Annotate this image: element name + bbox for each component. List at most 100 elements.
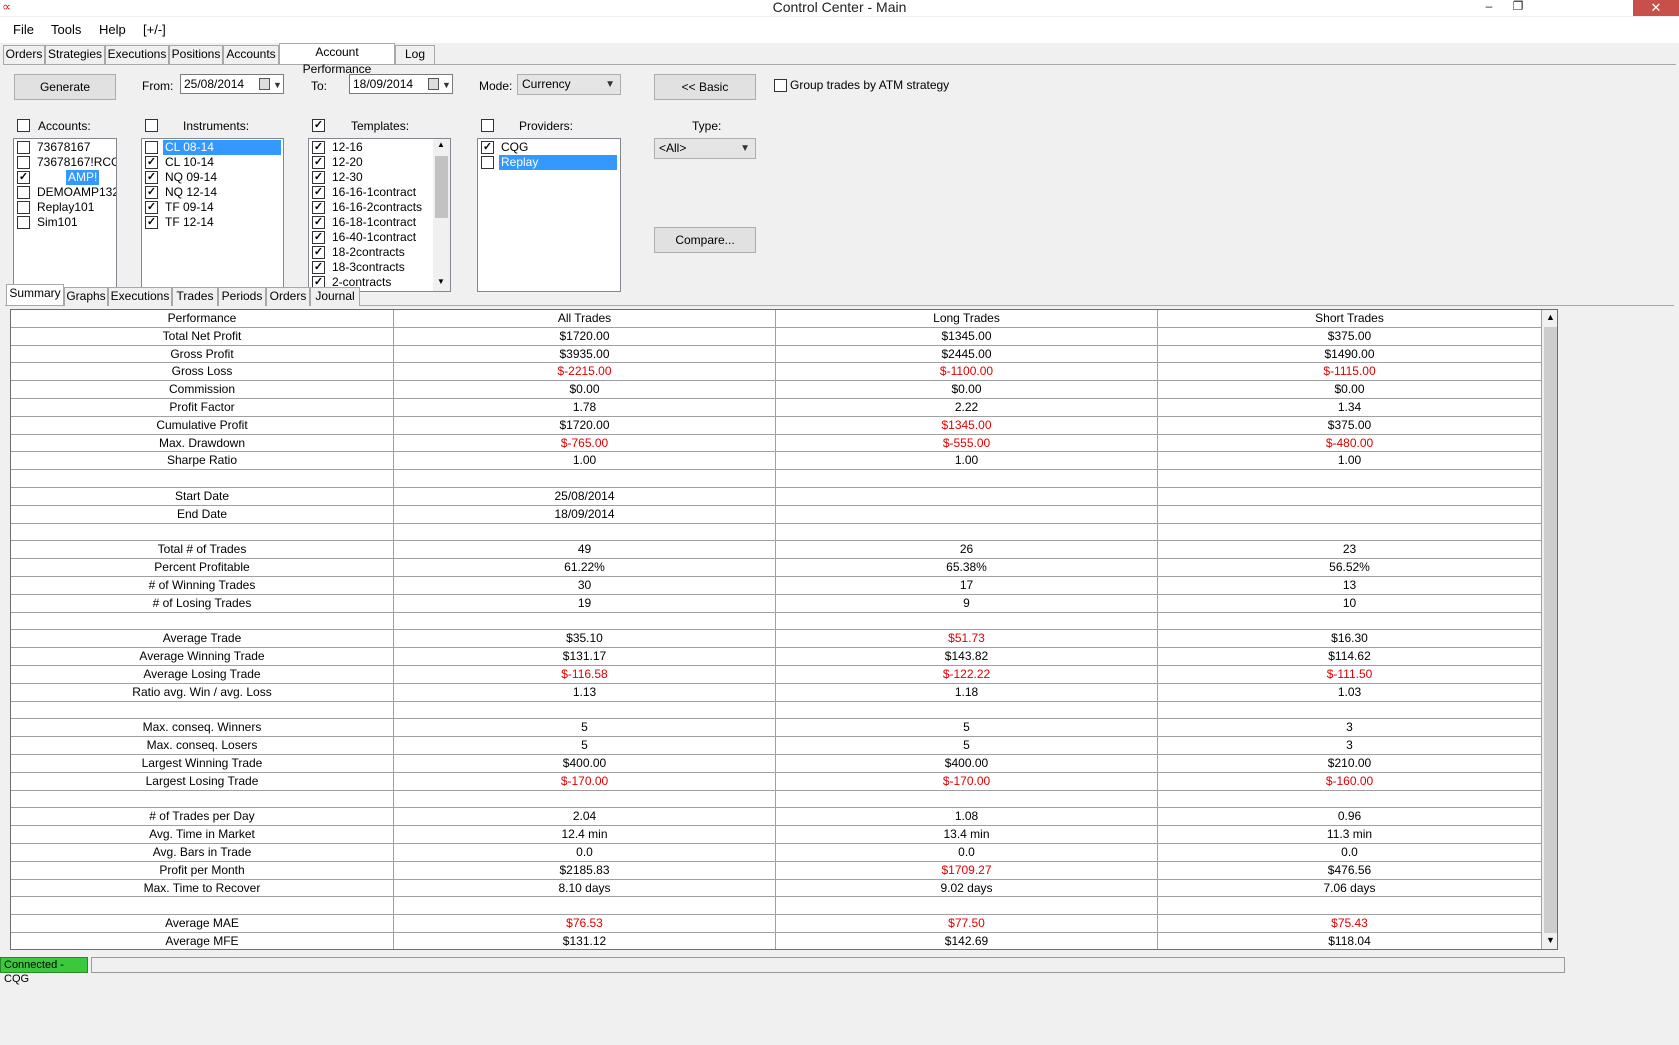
table-row: Profit per Month $2185.83 $1709.27 $476.56 [11, 861, 1542, 880]
accounts-select-all-checkbox[interactable] [17, 119, 30, 132]
metric-value [1158, 701, 1542, 719]
checkbox[interactable]: ✓ [145, 186, 158, 199]
compare-button[interactable]: Compare... [654, 227, 756, 253]
checkbox[interactable] [17, 216, 30, 229]
menu-tools[interactable]: Tools [51, 22, 81, 38]
chevron-down-icon[interactable]: ▼ [1546, 935, 1555, 945]
metric-value: 61.22% [394, 559, 776, 576]
scroll-thumb[interactable] [435, 156, 448, 218]
tab-log[interactable]: Log [395, 45, 435, 64]
metric-value: 23 [1158, 541, 1542, 559]
metric-value: $1345.00 [776, 327, 1158, 345]
checkbox[interactable]: ✓ [481, 141, 494, 154]
accounts-list[interactable]: 73678167 73678167!RCG!M ✓ AMP! DEMOAMP13… [13, 138, 117, 292]
checkbox[interactable]: ✓ [312, 186, 325, 199]
providers-list[interactable]: ✓ CQG Replay [477, 138, 621, 292]
checkbox[interactable] [17, 201, 30, 214]
table-row: Average MFE $131.12 $142.69 $118.04 [11, 933, 1542, 949]
metric-value: 5 [776, 737, 1158, 754]
checkbox[interactable]: ✓ [312, 216, 325, 229]
metric-value: 49 [394, 541, 776, 559]
table-row [11, 701, 1542, 720]
checkbox[interactable]: ✓ [145, 201, 158, 214]
tab-executions[interactable]: Executions [105, 45, 169, 64]
chevron-down-icon[interactable]: ▼ [437, 277, 445, 286]
group-trades-checkbox[interactable] [774, 79, 787, 92]
templates-scrollbar[interactable]: ▲ ▼ [433, 139, 450, 291]
tab-strategies[interactable]: Strategies [45, 45, 105, 64]
checkbox[interactable] [17, 156, 30, 169]
metric-label [11, 523, 394, 541]
tab-positions[interactable]: Positions [169, 45, 223, 64]
templates-list[interactable]: ✓ 12-16 ✓ 12-20 ✓ 12-30 ✓ 16-16-1contrac… [308, 138, 451, 292]
metric-label: Total # of Trades [11, 541, 394, 559]
instruments-list[interactable]: CL 08-14 ✓ CL 10-14 ✓ NQ 09-14 ✓ NQ 12-1… [141, 138, 284, 292]
checkbox[interactable] [481, 156, 494, 169]
checkbox[interactable]: ✓ [312, 261, 325, 274]
scroll-thumb[interactable] [1544, 327, 1557, 933]
tab-journal[interactable]: Journal [310, 287, 360, 306]
metric-value [1158, 790, 1542, 808]
column-header[interactable]: Short Trades [1158, 310, 1542, 327]
metric-label: # of Trades per Day [11, 808, 394, 826]
checkbox[interactable]: ✓ [312, 201, 325, 214]
metric-value: $76.53 [394, 915, 776, 932]
checkbox[interactable]: ✓ [312, 246, 325, 259]
table-scrollbar[interactable]: ▲ ▼ [1542, 310, 1557, 949]
tab-trades[interactable]: Trades [172, 287, 218, 306]
mode-select[interactable]: Currency ▼ [517, 74, 621, 95]
metric-label [11, 790, 394, 808]
table-row [11, 790, 1542, 809]
metric-label: Ratio avg. Win / avg. Loss [11, 683, 394, 701]
tab-executions[interactable]: Executions [108, 287, 172, 306]
column-header[interactable]: Performance [11, 310, 394, 327]
tab-graphs[interactable]: Graphs [64, 287, 108, 306]
chevron-up-icon[interactable]: ▲ [437, 140, 445, 149]
mode-label: Mode: [479, 79, 513, 93]
metric-label: Avg. Time in Market [11, 826, 394, 843]
checkbox[interactable]: ✓ [312, 231, 325, 244]
metric-value: 19 [394, 594, 776, 612]
table-row: Sharpe Ratio 1.00 1.00 1.00 [11, 452, 1542, 471]
minimize-button[interactable]: – [1474, 0, 1504, 14]
from-date-picker[interactable]: 25/08/2014 ▼ [180, 74, 284, 94]
metric-value: 3 [1158, 719, 1542, 737]
checkbox[interactable] [17, 186, 30, 199]
menu-help[interactable]: Help [99, 22, 126, 38]
checkbox[interactable]: ✓ [145, 156, 158, 169]
checkbox[interactable]: ✓ [312, 156, 325, 169]
providers-select-all-checkbox[interactable] [481, 119, 494, 132]
instruments-select-all-checkbox[interactable] [145, 119, 158, 132]
checkbox[interactable]: ✓ [17, 171, 30, 184]
checkbox[interactable]: ✓ [312, 171, 325, 184]
tab-summary[interactable]: Summary [6, 284, 64, 305]
checkbox[interactable]: ✓ [145, 216, 158, 229]
metric-label: Gross Loss [11, 363, 394, 381]
tab-accounts[interactable]: Accounts [223, 45, 279, 64]
metric-value: $3935.00 [394, 345, 776, 363]
checkbox[interactable] [17, 141, 30, 154]
chevron-up-icon[interactable]: ▲ [1546, 312, 1555, 322]
table-row: Cumulative Profit $1720.00 $1345.00 $375.00 [11, 416, 1542, 435]
metric-value: $375.00 [1158, 416, 1542, 434]
tab-orders[interactable]: Orders [3, 45, 45, 64]
checkbox[interactable] [145, 141, 158, 154]
generate-button[interactable]: Generate [14, 74, 116, 100]
tab-periods[interactable]: Periods [218, 287, 266, 306]
maximize-button[interactable]: ❐ [1503, 0, 1533, 14]
column-header[interactable]: Long Trades [776, 310, 1158, 327]
close-button[interactable]: ✕ [1633, 0, 1679, 16]
templates-select-all-checkbox[interactable]: ✓ [312, 119, 325, 132]
tab-orders[interactable]: Orders [266, 287, 310, 306]
menu-toggle[interactable]: [+/-] [143, 22, 166, 38]
tab-account-performance[interactable]: Account Performance [279, 43, 395, 76]
basic-button[interactable]: << Basic [654, 74, 756, 100]
menu-file[interactable]: File [13, 22, 34, 38]
type-select[interactable]: <All> ▼ [654, 138, 756, 159]
metric-label: Profit Factor [11, 399, 394, 416]
metric-value: $-160.00 [1158, 772, 1542, 790]
column-header[interactable]: All Trades [394, 310, 776, 327]
checkbox[interactable]: ✓ [312, 141, 325, 154]
accounts-label: Accounts: [38, 119, 91, 133]
checkbox[interactable]: ✓ [145, 171, 158, 184]
